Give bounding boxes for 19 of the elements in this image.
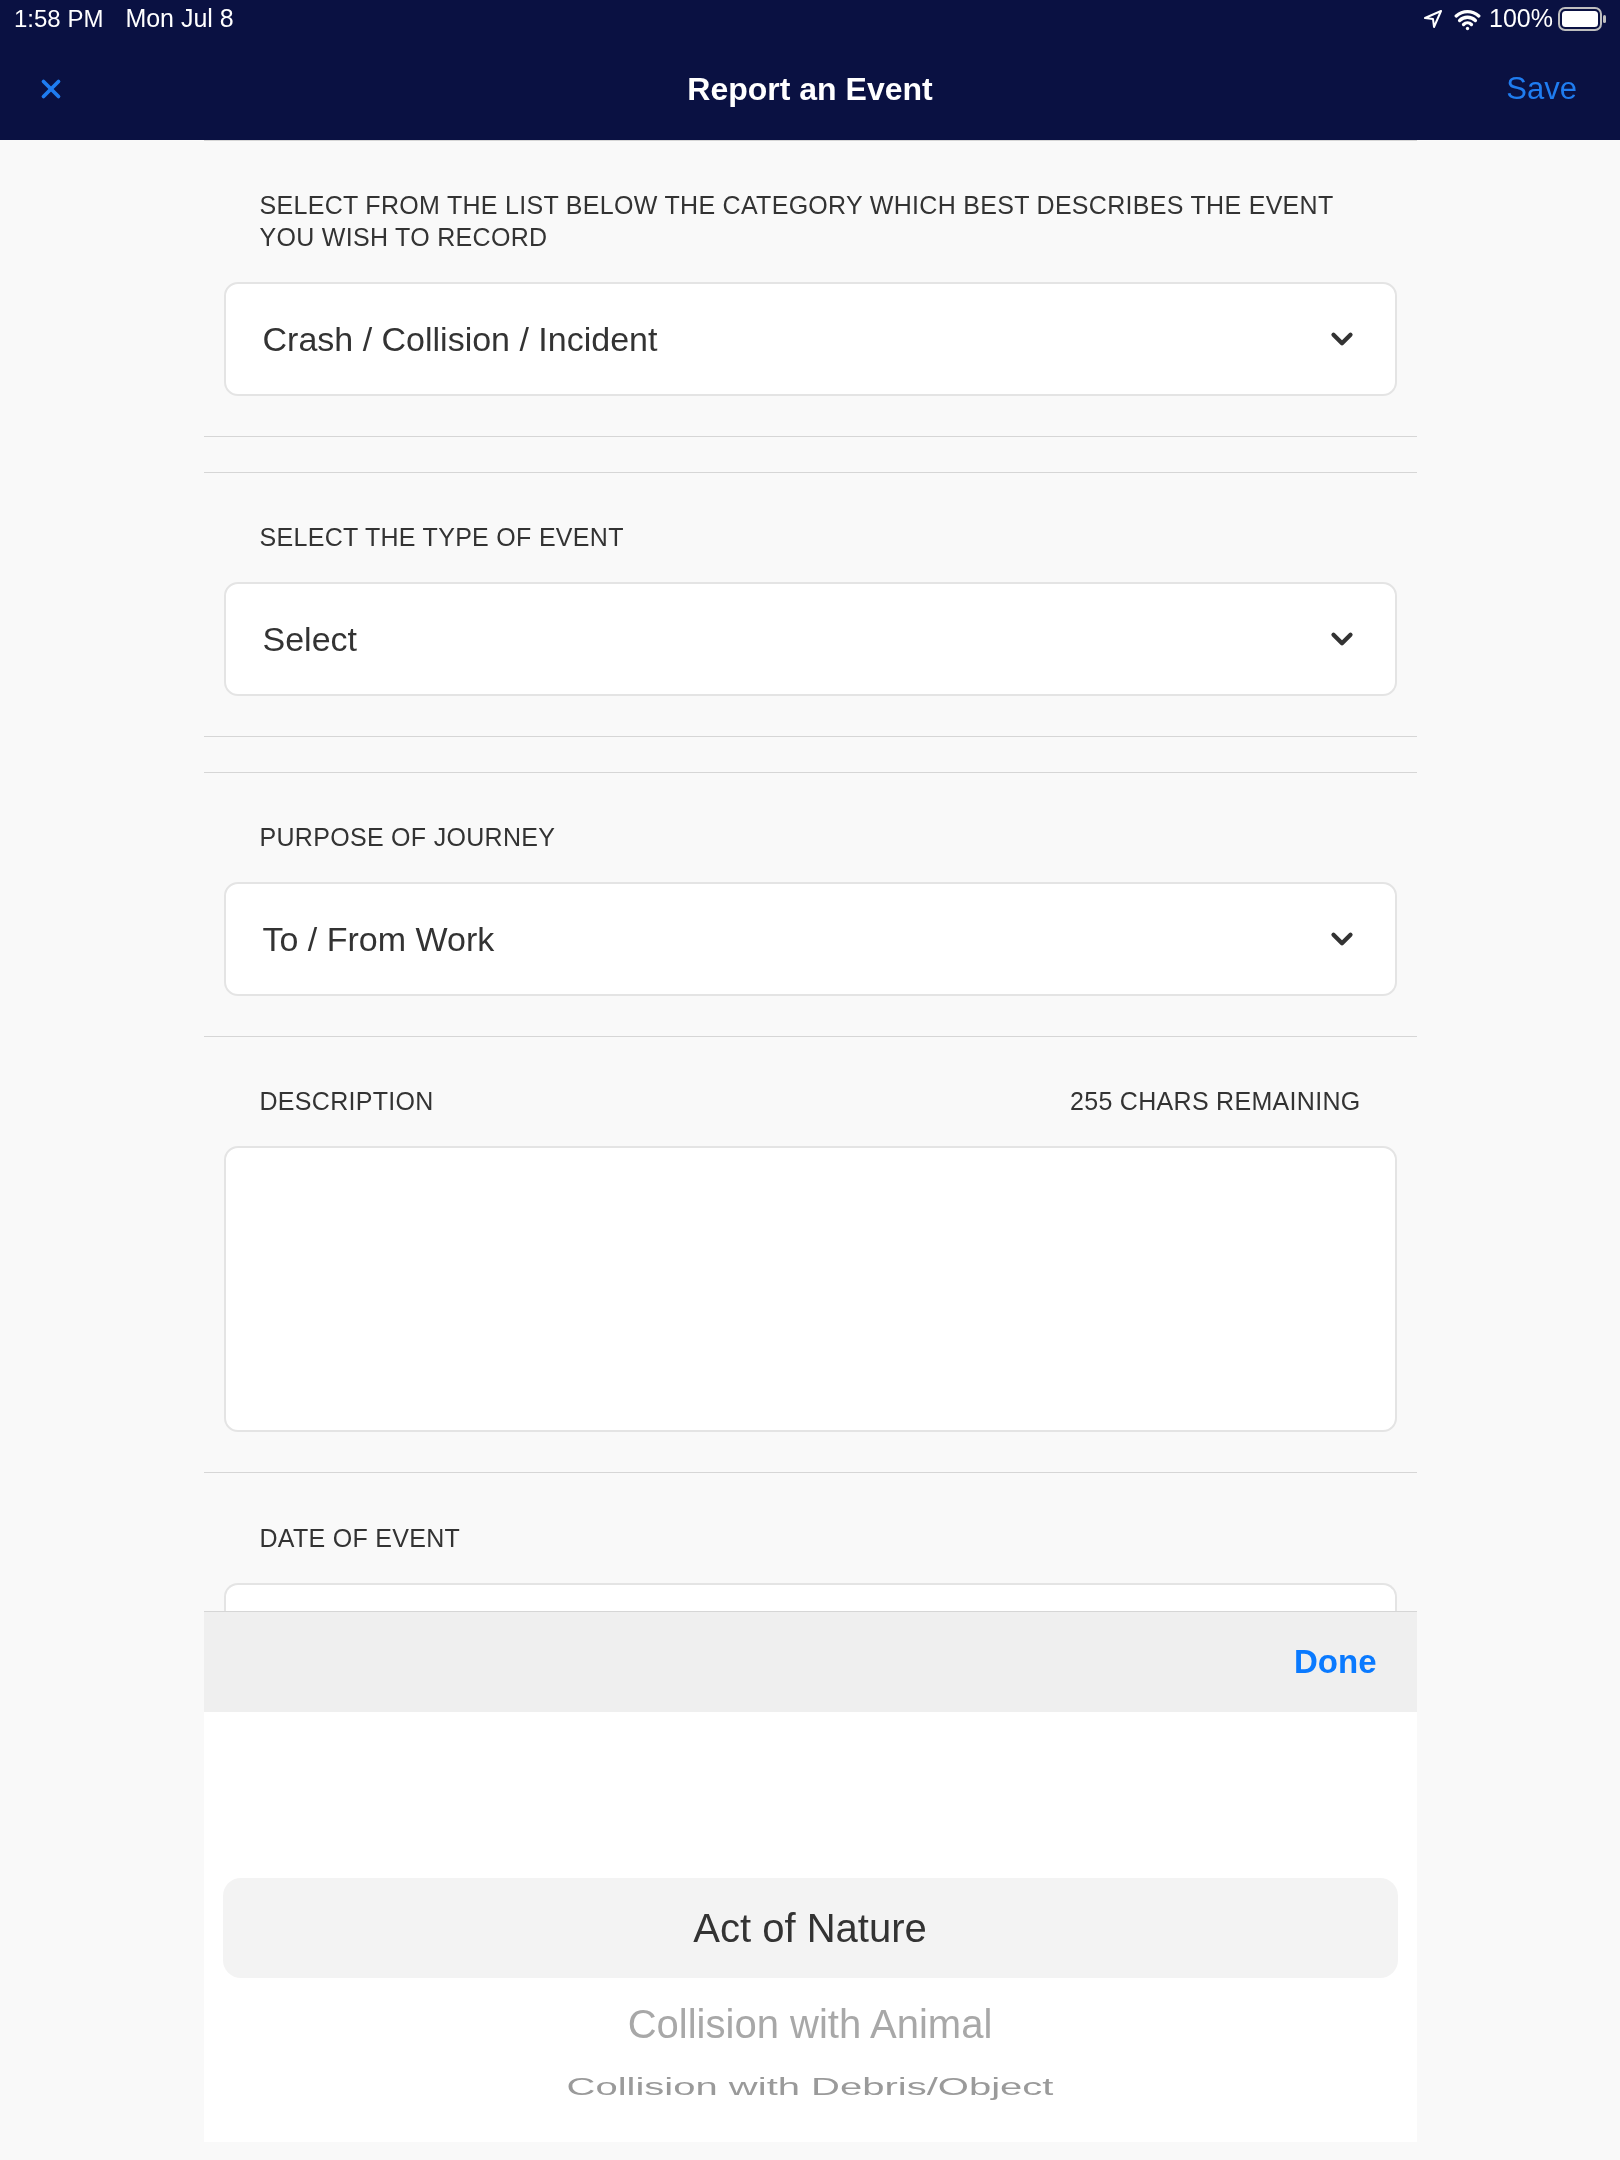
select-dropdown[interactable]: Select [223,582,1397,696]
status-date: Mon Jul 8 [125,3,234,35]
field-label: PURPOSE OF JOURNEY [259,822,556,853]
date-field[interactable] [223,1583,1397,1611]
field-label: SELECT THE TYPE OF EVENT [259,522,624,553]
battery-percent: 100% [1489,3,1553,35]
field-label: DESCRIPTION [259,1086,434,1117]
status-time: 1:58 PM [14,4,104,34]
picker-option[interactable]: Act of Nature [222,1878,1398,1978]
field-label: SELECT FROM THE LIST BELOW THE CATEGORY WHICH BEST DESCRIBES THE EVENT YOU WISH TO RECORD [259,190,1335,253]
location-arrow-icon [1424,10,1443,28]
field-label: DATE OF EVENT [259,1523,461,1554]
description-field[interactable] [223,1146,1397,1432]
select-dropdown[interactable]: Crash / Collision / Incident [223,282,1397,396]
save-button[interactable]: Save [1506,65,1577,113]
char-counter: 255 CHARS REMAINING [1070,1086,1361,1117]
select-dropdown[interactable]: To / From Work [223,882,1397,996]
battery-icon [1558,7,1606,31]
nav-title: Report an Event [687,71,933,107]
